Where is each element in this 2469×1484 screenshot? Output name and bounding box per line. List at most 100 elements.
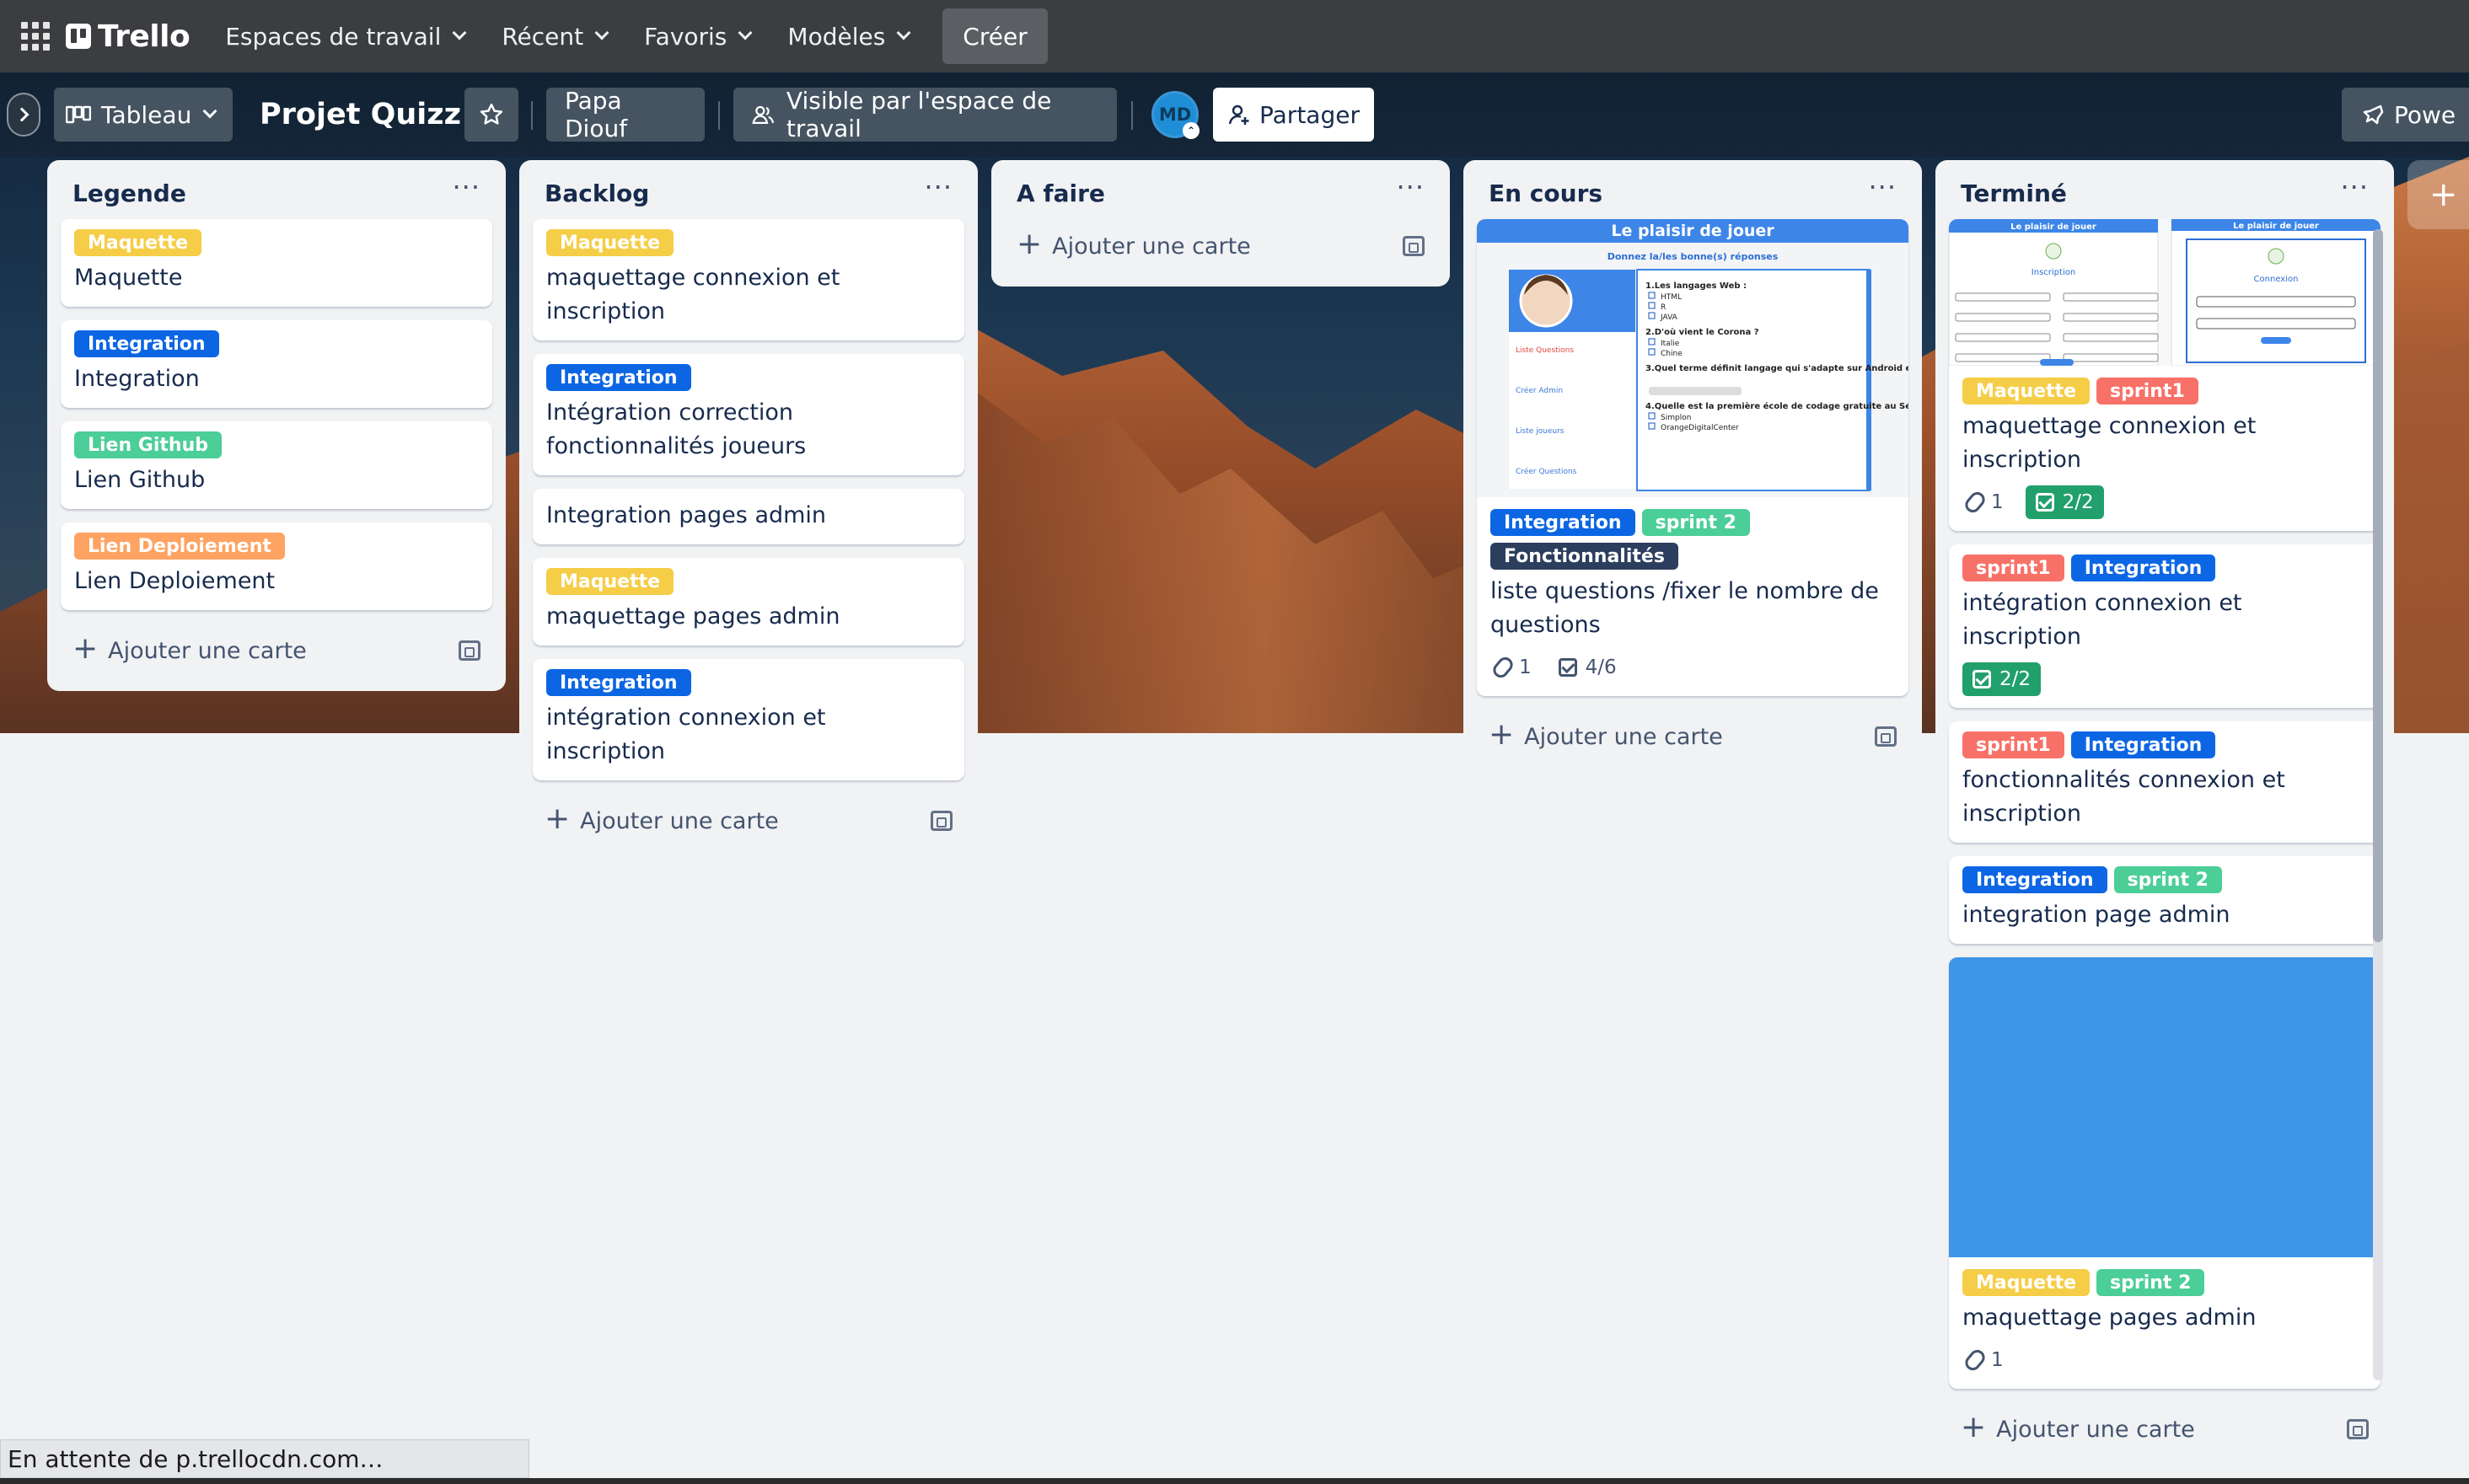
add-card-label: Ajouter une carte bbox=[580, 807, 779, 834]
star-board-button[interactable] bbox=[464, 88, 518, 142]
terminated-list-scrollbar[interactable] bbox=[2373, 229, 2383, 1380]
card-label-maquette[interactable]: Maquette bbox=[546, 568, 674, 595]
card[interactable]: Integration sprint 2 integration page admi… bbox=[1949, 856, 2380, 944]
card-cover-image: Le plaisir de jouer Inscription Le plaisir… bbox=[1949, 219, 2380, 366]
card-label-maquette[interactable]: Maquette bbox=[1962, 1269, 2091, 1296]
card-label-maquette[interactable]: Maquette bbox=[546, 229, 674, 256]
add-card-action[interactable]: + Ajouter une carte bbox=[1489, 717, 1723, 752]
card[interactable]: Integration intégration connexion et insc… bbox=[533, 659, 964, 780]
card-labels: Integration bbox=[546, 669, 951, 696]
create-from-template-icon[interactable] bbox=[459, 640, 480, 661]
checkbox-icon bbox=[1558, 658, 1577, 677]
checklist-badge: 2/2 bbox=[2025, 485, 2104, 519]
workspaces-menu[interactable]: Espaces de travail bbox=[210, 10, 480, 62]
card-label-lien-deploiement[interactable]: Lien Deploiement bbox=[74, 533, 285, 560]
card-label-fonctionnalites[interactable]: Fonctionnalités bbox=[1490, 543, 1678, 570]
add-card-button[interactable]: + Ajouter une carte bbox=[1477, 710, 1908, 763]
card-label-maquette[interactable]: Maquette bbox=[1962, 378, 2091, 404]
favorites-menu[interactable]: Favoris bbox=[629, 10, 765, 62]
card-label-integration[interactable]: Integration bbox=[546, 669, 691, 696]
connexion-title: Connexion bbox=[2254, 275, 2299, 284]
card-label-integration[interactable]: Integration bbox=[1490, 509, 1635, 536]
create-from-template-icon[interactable] bbox=[2347, 1419, 2369, 1439]
list-title[interactable]: Terminé bbox=[1961, 179, 2067, 207]
card-cover-image: Le plaisir de jouer Donnez la/les bonne(s… bbox=[1477, 219, 1908, 497]
card[interactable]: Lien Github Lien Github bbox=[61, 421, 492, 509]
list-actions-ellipsis-icon[interactable]: ··· bbox=[2340, 174, 2369, 201]
board-view-switcher[interactable]: Tableau bbox=[54, 88, 233, 142]
card-label-sprint1[interactable]: sprint1 bbox=[2096, 378, 2198, 404]
card-title: maquettage connexion et inscription bbox=[1962, 413, 2257, 473]
card-label-sprint-2[interactable]: sprint 2 bbox=[2113, 866, 2222, 893]
add-card-button[interactable]: + Ajouter une carte bbox=[533, 794, 964, 848]
card-label-integration[interactable]: Integration bbox=[546, 364, 691, 391]
add-member-icon bbox=[1228, 104, 1249, 125]
add-card-action[interactable]: + Ajouter une carte bbox=[72, 634, 307, 664]
member-avatar[interactable]: MD ⌃ bbox=[1151, 91, 1200, 139]
list-title[interactable]: En cours bbox=[1489, 179, 1602, 207]
card-label-integration[interactable]: Integration bbox=[2070, 731, 2216, 758]
add-card-button[interactable]: + Ajouter une carte bbox=[61, 624, 492, 678]
people-icon bbox=[752, 105, 775, 124]
create-from-template-icon[interactable] bbox=[1875, 726, 1897, 747]
quiz-option: HTML bbox=[1661, 293, 1682, 302]
recent-menu[interactable]: Récent bbox=[486, 10, 622, 62]
list-title[interactable]: Backlog bbox=[545, 179, 649, 207]
list-a-faire: A faire ··· + Ajouter une carte bbox=[991, 160, 1450, 287]
share-label: Partager bbox=[1259, 100, 1360, 129]
card-label-maquette[interactable]: Maquette bbox=[74, 229, 202, 256]
card-label-sprint1[interactable]: sprint1 bbox=[1962, 731, 2064, 758]
add-list-button[interactable]: + bbox=[2407, 160, 2469, 229]
card-label-integration[interactable]: Integration bbox=[2070, 554, 2216, 581]
board-title[interactable]: Projet Quizz bbox=[260, 88, 461, 142]
add-card-action[interactable]: + Ajouter une carte bbox=[1961, 1412, 2195, 1443]
templates-menu[interactable]: Modèles bbox=[772, 10, 924, 62]
checklist-progress: 2/2 bbox=[2062, 491, 2094, 513]
list-actions-ellipsis-icon[interactable]: ··· bbox=[1868, 174, 1897, 201]
list-title[interactable]: A faire bbox=[1017, 179, 1105, 207]
list-actions-ellipsis-icon[interactable]: ··· bbox=[924, 174, 953, 201]
card[interactable]: Le plaisir de jouer Donnez la/les bonne(s… bbox=[1477, 219, 1908, 696]
plus-icon: + bbox=[1961, 1410, 1987, 1444]
trello-logo[interactable]: Trello bbox=[66, 19, 191, 54]
plus-icon: + bbox=[1017, 227, 1043, 261]
add-card-action[interactable]: + Ajouter une carte bbox=[545, 804, 779, 834]
visibility-button[interactable]: Visible par l'espace de travail bbox=[733, 87, 1117, 142]
card[interactable]: Lien Deploiement Lien Deploiement bbox=[61, 522, 492, 610]
card-cover-image bbox=[1949, 957, 2380, 1257]
card[interactable]: Maquette sprint 2 maquettage pages admin 1 bbox=[1949, 957, 2380, 1389]
add-card-button[interactable]: + Ajouter une carte bbox=[1949, 1402, 2380, 1456]
recent-label: Récent bbox=[502, 22, 584, 51]
app-switcher-icon[interactable] bbox=[17, 18, 54, 55]
card[interactable]: sprint1 Integration intégration connexion … bbox=[1949, 544, 2380, 708]
add-card-button[interactable]: + Ajouter une carte bbox=[1005, 219, 1436, 273]
card[interactable]: Integration Intégration correction foncti… bbox=[533, 354, 964, 475]
card[interactable]: Le plaisir de jouer Inscription Le plaisir… bbox=[1949, 219, 2380, 531]
card-label-sprint1[interactable]: sprint1 bbox=[1962, 554, 2064, 581]
card[interactable]: Integration Integration bbox=[61, 320, 492, 408]
create-from-template-icon[interactable] bbox=[1403, 236, 1425, 256]
card-label-integration[interactable]: Integration bbox=[74, 330, 219, 357]
card[interactable]: Maquette Maquette bbox=[61, 219, 492, 307]
quiz-question: 3.Quel terme définit langage qui s'adapt… bbox=[1645, 363, 1908, 373]
list-actions-ellipsis-icon[interactable]: ··· bbox=[452, 174, 480, 201]
card-label-sprint-2[interactable]: sprint 2 bbox=[2096, 1269, 2205, 1296]
scrollbar-thumb[interactable] bbox=[2373, 229, 2383, 942]
card-label-lien-github[interactable]: Lien Github bbox=[74, 431, 222, 458]
create-button[interactable]: Créer bbox=[942, 8, 1048, 64]
list-title[interactable]: Legende bbox=[72, 179, 186, 207]
card[interactable]: sprint1 Integration fonctionnalités connex… bbox=[1949, 721, 2380, 843]
card[interactable]: Maquette maquettage connexion et inscript… bbox=[533, 219, 964, 340]
card-label-sprint-2[interactable]: sprint 2 bbox=[1641, 509, 1750, 536]
card-label-integration[interactable]: Integration bbox=[1962, 866, 2107, 893]
share-button[interactable]: Partager bbox=[1213, 88, 1374, 142]
plus-icon: + bbox=[1489, 717, 1515, 752]
workspace-owner-button[interactable]: Papa Diouf bbox=[546, 87, 705, 142]
powerups-button[interactable]: Powe bbox=[2342, 88, 2469, 142]
card[interactable]: Integration pages admin bbox=[533, 489, 964, 544]
card[interactable]: Maquette maquettage pages admin bbox=[533, 558, 964, 646]
list-actions-ellipsis-icon[interactable]: ··· bbox=[1396, 174, 1425, 201]
add-card-action[interactable]: + Ajouter une carte bbox=[1017, 229, 1251, 260]
create-from-template-icon[interactable] bbox=[931, 811, 953, 831]
sidebar-expand-button[interactable] bbox=[7, 93, 40, 137]
